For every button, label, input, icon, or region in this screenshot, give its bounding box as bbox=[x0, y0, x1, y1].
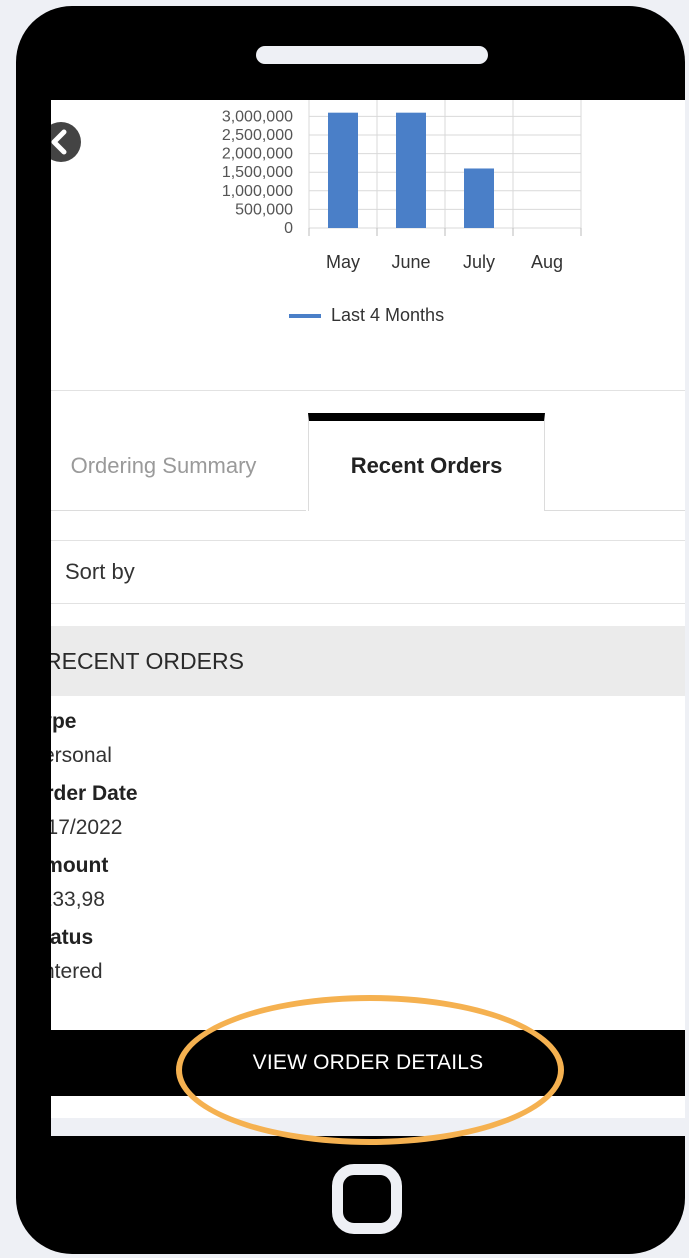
order-date-label: Order Date bbox=[51, 782, 138, 805]
back-arrow-icon[interactable] bbox=[51, 120, 83, 164]
y-tick-label: 2,000,000 bbox=[222, 146, 293, 163]
app-screen: 0 500,000 1,000,000 1,500,000 2,000,000 2,500… bbox=[51, 100, 685, 1136]
x-tick-label: May bbox=[326, 252, 360, 272]
view-order-details-button[interactable]: VIEW ORDER DETAILS bbox=[51, 1030, 685, 1096]
y-tick-label: 2,500,000 bbox=[222, 127, 293, 144]
bar-chart: 0 500,000 1,000,000 1,500,000 2,000,000 2,500… bbox=[51, 100, 685, 390]
tab-recent-orders-label: Recent Orders bbox=[350, 453, 503, 478]
y-tick-label: 0 bbox=[284, 220, 293, 237]
chart-legend: Last 4 Months bbox=[289, 305, 444, 326]
type-label: Type bbox=[51, 710, 77, 733]
y-tick-label: 3,000,000 bbox=[222, 108, 293, 125]
speaker-slot bbox=[256, 46, 488, 64]
tab-bar-underline bbox=[545, 510, 685, 511]
legend-swatch bbox=[289, 313, 321, 318]
section-title: RECENT ORDERS bbox=[51, 647, 244, 674]
order-details: Type Personal Order Date 8/17/2022 Amoun… bbox=[51, 706, 138, 994]
bar-july bbox=[464, 168, 494, 228]
tab-ordering-summary-label: Ordering Summary bbox=[70, 452, 257, 478]
y-tick-label: 1,000,000 bbox=[222, 183, 293, 200]
y-tick-label: 500,000 bbox=[235, 201, 293, 218]
bottom-divider bbox=[51, 1118, 685, 1136]
status-label: Status bbox=[51, 926, 94, 949]
bottom-strip bbox=[51, 1096, 685, 1136]
amount-label: Amount bbox=[51, 854, 109, 877]
tab-bar: Ordering Summary Recent Orders bbox=[51, 390, 685, 521]
y-tick-label: 1,500,000 bbox=[222, 164, 293, 181]
bar-june bbox=[396, 112, 426, 228]
amount-value: $133,98 bbox=[51, 888, 105, 911]
home-button[interactable] bbox=[332, 1164, 402, 1234]
tab-ordering-summary[interactable]: Ordering Summary bbox=[51, 421, 306, 511]
sort-by-select[interactable]: Sort by bbox=[51, 540, 685, 604]
chart-svg: 0 500,0001,000,000 1,500,0002,000,000 2,500… bbox=[222, 100, 582, 272]
x-tick-label: July bbox=[463, 252, 495, 272]
order-date-value: 8/17/2022 bbox=[51, 816, 123, 839]
legend-label: Last 4 Months bbox=[331, 305, 445, 325]
phone-frame: 0 500,000 1,000,000 1,500,000 2,000,000 2,500… bbox=[16, 6, 685, 1254]
status-value: Entered bbox=[51, 960, 103, 983]
recent-orders-header: RECENT ORDERS bbox=[51, 626, 685, 696]
bar-may bbox=[328, 112, 358, 228]
type-value: Personal bbox=[51, 744, 112, 767]
sort-by-label: Sort by bbox=[65, 559, 135, 584]
x-tick-label: June bbox=[391, 252, 430, 272]
view-order-details-label: VIEW ORDER DETAILS bbox=[252, 1051, 484, 1074]
x-tick-label: Aug bbox=[531, 252, 563, 272]
tab-recent-orders[interactable]: Recent Orders bbox=[308, 413, 545, 511]
